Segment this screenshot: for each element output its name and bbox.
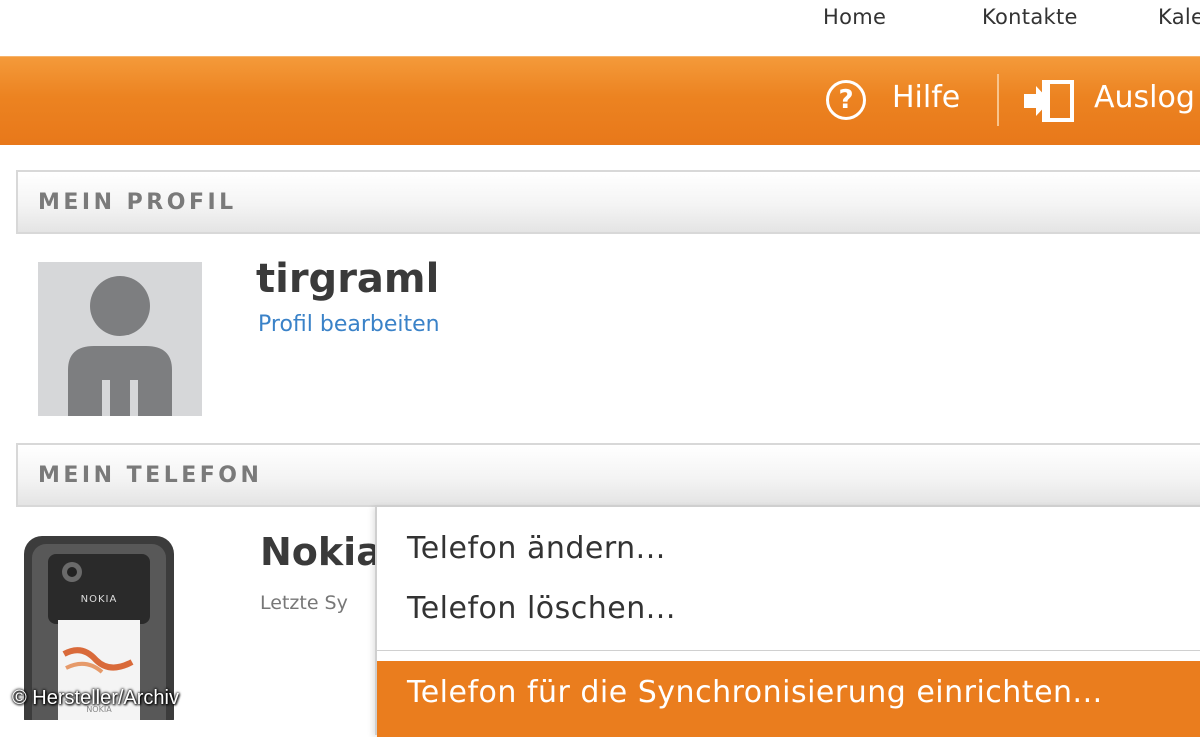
phone-context-menu: Telefon ändern... Telefon löschen... Tel… [375,505,1200,737]
profile-username: tirgraml [256,256,440,302]
copyright-watermark: © Hersteller/Archiv [12,687,179,709]
nav-home[interactable]: Home [823,5,886,29]
user-silhouette-icon [68,276,172,416]
phone-name: Nokia [260,530,382,574]
logout-icon[interactable] [1022,78,1078,124]
menu-item-delete-phone[interactable]: Telefon löschen... [407,591,676,626]
menu-item-setup-sync[interactable]: Telefon für die Synchronisierung einrich… [377,661,1200,737]
menu-item-setup-sync-label: Telefon für die Synchronisierung einrich… [407,675,1103,710]
help-icon[interactable]: ? [826,80,866,120]
edit-profile-link[interactable]: Profil bearbeiten [258,312,440,337]
phone-section-header: MEIN TELEFON [16,443,1200,507]
profile-section-title: MEIN PROFIL [38,190,237,215]
last-sync-text: Letzte Sy [260,592,348,614]
profile-section-header: MEIN PROFIL [16,170,1200,234]
nav-calendar[interactable]: Kale [1158,5,1200,29]
top-navigation: Home Kontakte Kale [0,0,1200,56]
orange-toolbar [0,56,1200,145]
svg-text:NOKIA: NOKIA [81,594,118,605]
logout-link[interactable]: Auslog [1094,80,1195,115]
menu-separator [377,650,1200,651]
toolbar-divider [997,74,999,126]
menu-item-change-phone[interactable]: Telefon ändern... [407,531,666,566]
help-link[interactable]: Hilfe [892,80,960,115]
phone-section-title: MEIN TELEFON [38,463,263,488]
avatar [38,262,202,416]
nav-contacts[interactable]: Kontakte [982,5,1078,29]
